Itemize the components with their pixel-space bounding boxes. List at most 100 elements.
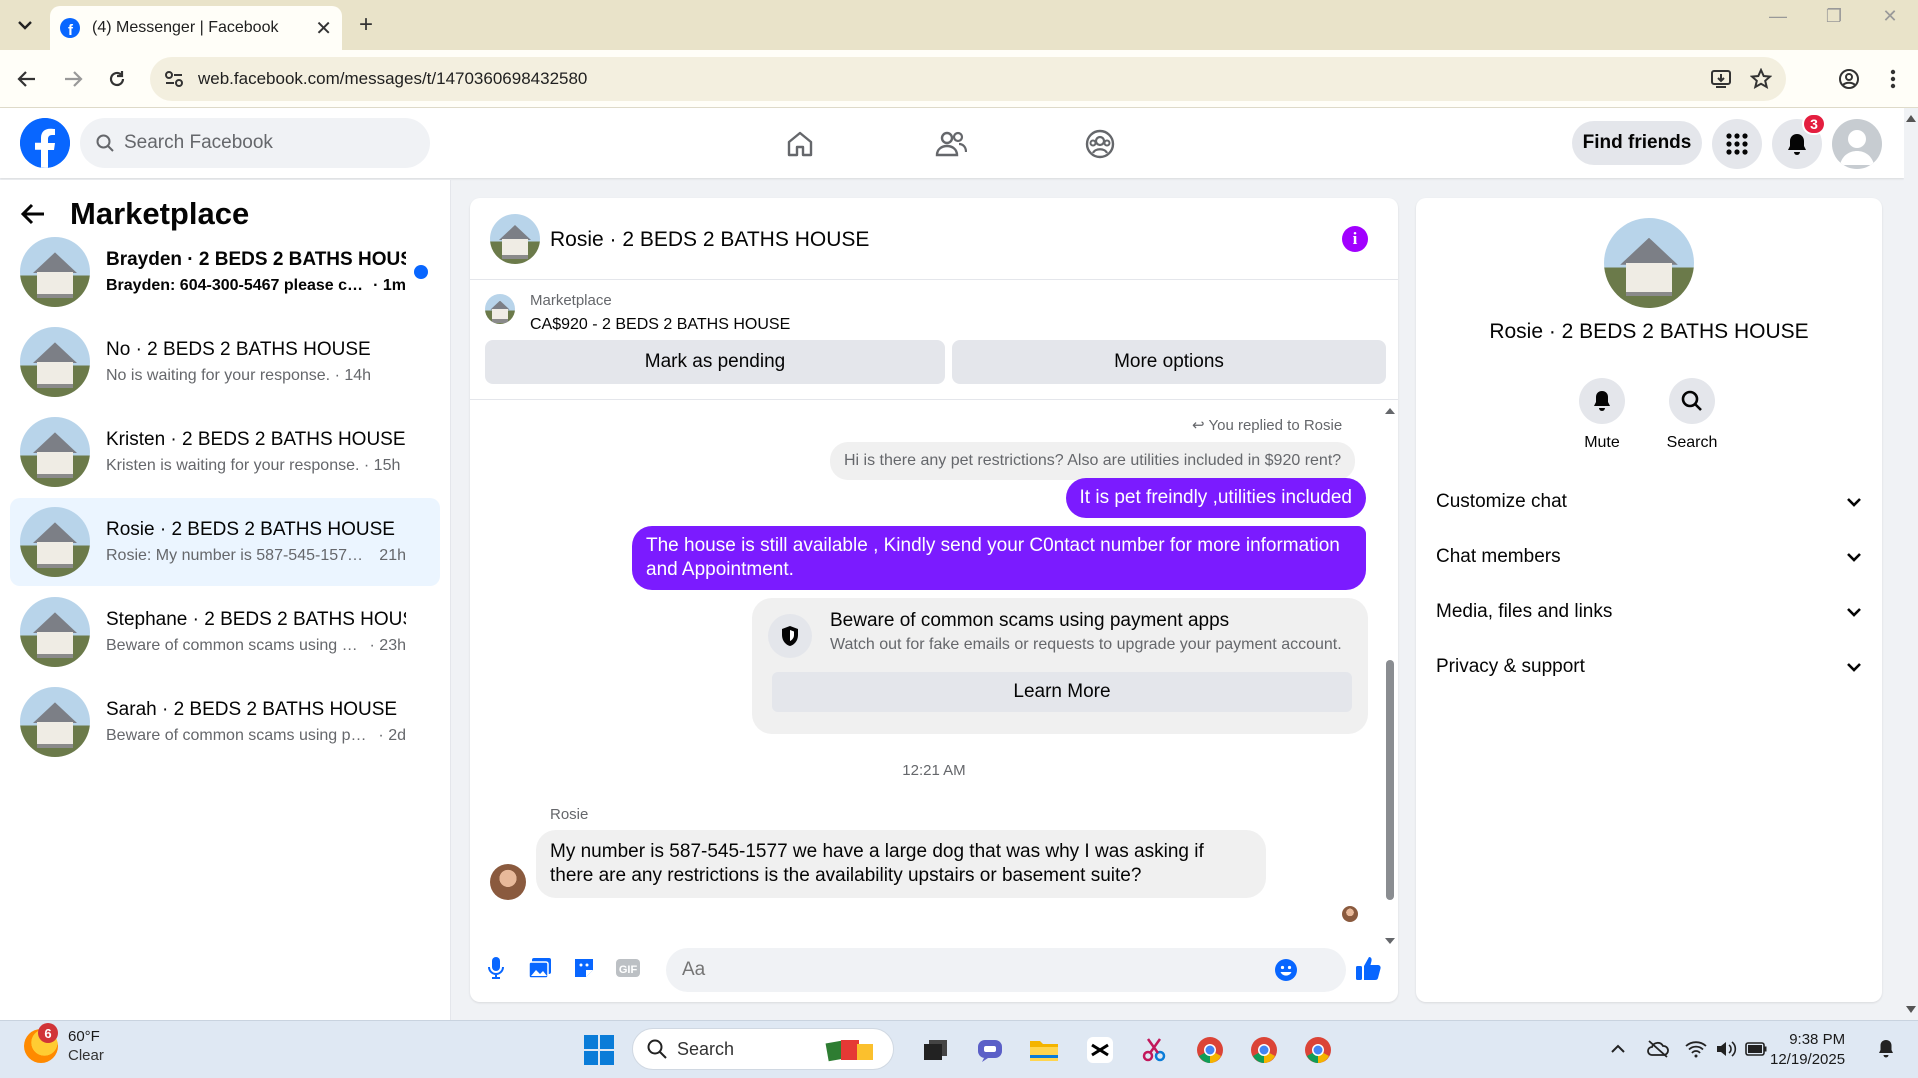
section-label: Customize chat [1436,491,1567,512]
notification-bell-icon[interactable] [1874,1037,1898,1061]
conversation-item-active[interactable]: Rosie · 2 BEDS 2 BATHS HOUSE Rosie: My n… [10,498,440,586]
profile-icon[interactable] [1832,62,1866,96]
sticker-icon[interactable] [568,952,600,984]
info-icon[interactable]: i [1342,226,1368,252]
search-highlight-icon [825,1040,873,1062]
menu-grid-icon[interactable] [1712,119,1762,169]
message-timestamp: 12:21 AM [902,762,966,779]
reload-icon[interactable] [100,62,134,96]
bookmark-star-icon[interactable] [1750,68,1772,90]
received-message[interactable]: My number is 587-545-1577 we have a larg… [536,830,1266,898]
search-in-conversation-button[interactable]: Search [1652,378,1732,452]
scam-warning-text: Watch out for fake emails or requests to… [830,636,1342,653]
find-friends-button[interactable]: Find friends [1572,121,1702,165]
more-options-button[interactable]: More options [952,340,1386,384]
chrome-profile-icon[interactable] [1300,1033,1336,1067]
facebook-logo-icon[interactable] [20,118,70,168]
site-info-icon[interactable] [164,70,184,88]
microphone-icon[interactable] [480,952,512,984]
friends-icon[interactable] [929,122,973,166]
battery-icon[interactable] [1744,1037,1768,1061]
groups-icon[interactable] [1078,122,1122,166]
conversation-item[interactable]: Kristen · 2 BEDS 2 BATHS HOUSE Kristen i… [10,408,440,496]
scam-warning-title: Beware of common scams using payment app… [830,610,1230,631]
sender-avatar[interactable] [490,864,526,900]
show-hidden-icons-chevron-icon[interactable] [1606,1037,1630,1061]
conversation-time: · 1m [373,277,406,294]
listing-price-title[interactable]: CA$920 - 2 BEDS 2 BATHS HOUSE [530,316,790,334]
chrome-icon[interactable] [1192,1033,1228,1067]
chat-title[interactable]: Rosie · 2 BEDS 2 BATHS HOUSE [550,228,869,252]
chat-scrollbar-thumb[interactable] [1386,660,1394,900]
taskbar-search-label: Search [677,1038,735,1059]
conversation-item[interactable]: No · 2 BEDS 2 BATHS HOUSE No is waiting … [10,318,440,406]
contact-avatar[interactable] [1604,218,1694,308]
mute-button[interactable]: Mute [1562,378,1642,452]
close-tab-icon[interactable]: ✕ [315,16,332,41]
conversation-item[interactable]: Stephane · 2 BEDS 2 BATHS HOUSE Beware o… [10,588,440,676]
chat-avatar[interactable] [490,214,540,264]
minimize-icon[interactable]: — [1760,6,1796,27]
chevron-down-icon [1847,608,1861,617]
browser-tab[interactable]: f (4) Messenger | Facebook ✕ [50,6,342,50]
url-text: web.facebook.com/messages/t/147036069843… [198,69,588,88]
media-files-links-section[interactable]: Media, files and links [1432,590,1866,634]
capcut-icon[interactable] [1082,1033,1118,1067]
chrome-profile-icon[interactable] [1246,1033,1282,1067]
address-bar[interactable]: web.facebook.com/messages/t/147036069843… [150,57,1786,101]
conversation-item[interactable]: Sarah · 2 BEDS 2 BATHS HOUSE Beware of c… [10,678,440,766]
listing-thumbnail [20,237,90,307]
chat-members-section[interactable]: Chat members [1432,535,1866,579]
facebook-search-input[interactable]: Search Facebook [80,118,430,168]
learn-more-button[interactable]: Learn More [772,672,1352,712]
quoted-message[interactable]: Hi is there any pet restrictions? Also a… [830,442,1356,480]
gif-icon[interactable]: GIF [612,952,644,984]
sent-message[interactable]: It is pet freindly ,utilities included [1065,478,1366,518]
sent-message[interactable]: The house is still available , Kindly se… [632,526,1366,590]
teams-icon[interactable] [972,1033,1008,1067]
search-icon [1669,378,1715,424]
wifi-icon[interactable] [1684,1037,1708,1061]
search-placeholder: Search Facebook [124,132,273,153]
listing-thumbnail[interactable] [485,294,515,324]
conversation-item[interactable]: Brayden · 2 BEDS 2 BATHS HOUSE Brayden: … [10,228,440,316]
photo-icon[interactable] [524,952,556,984]
forward-icon[interactable] [56,62,90,96]
privacy-support-section[interactable]: Privacy & support [1432,645,1866,689]
chevron-down-icon [1847,498,1861,507]
conversation-preview: Rosie: My number is 587-545-1577 ... [106,547,366,564]
file-explorer-icon[interactable] [1026,1033,1062,1067]
marketplace-listing-bar: Marketplace CA$920 - 2 BEDS 2 BATHS HOUS… [470,280,1398,400]
weather-widget[interactable]: 6 60°F Clear [24,1023,104,1065]
install-app-icon[interactable] [1710,68,1732,90]
conversation-name: Stephane · 2 BEDS 2 BATHS HOUSE [106,609,406,630]
browser-menu-icon[interactable] [1876,62,1910,96]
new-tab-button[interactable]: + [350,10,382,40]
temperature: 60°F [68,1028,100,1045]
home-icon[interactable] [778,122,822,166]
chat-details-panel: Rosie · 2 BEDS 2 BATHS HOUSE Mute Search… [1416,198,1882,1002]
listing-thumbnail [20,597,90,667]
thumbs-up-icon[interactable] [1352,952,1384,984]
windows-start-icon[interactable] [584,1035,614,1065]
contact-name: Rosie · 2 BEDS 2 BATHS HOUSE [1489,320,1809,343]
customize-chat-section[interactable]: Customize chat [1432,480,1866,524]
snipping-tool-icon[interactable] [1136,1033,1172,1067]
volume-icon[interactable] [1714,1037,1738,1061]
taskbar-search[interactable]: Search [632,1028,894,1070]
system-clock[interactable]: 9:38 PM 12/19/2025 [1770,1030,1845,1070]
account-avatar[interactable] [1832,119,1882,169]
tab-search-dropdown[interactable] [8,10,42,40]
onedrive-off-icon[interactable] [1646,1037,1670,1061]
page-scrollbar[interactable] [1904,108,1918,1020]
message-input[interactable] [666,948,1346,992]
restore-icon[interactable]: ❐ [1816,6,1852,27]
back-icon[interactable] [10,62,44,96]
mark-as-pending-button[interactable]: Mark as pending [485,340,945,384]
unread-dot [414,265,428,279]
close-window-icon[interactable]: ✕ [1872,6,1908,27]
section-label: Media, files and links [1436,601,1613,622]
task-view-icon[interactable] [918,1033,954,1067]
emoji-icon[interactable] [1274,958,1298,982]
listing-thumbnail [20,507,90,577]
